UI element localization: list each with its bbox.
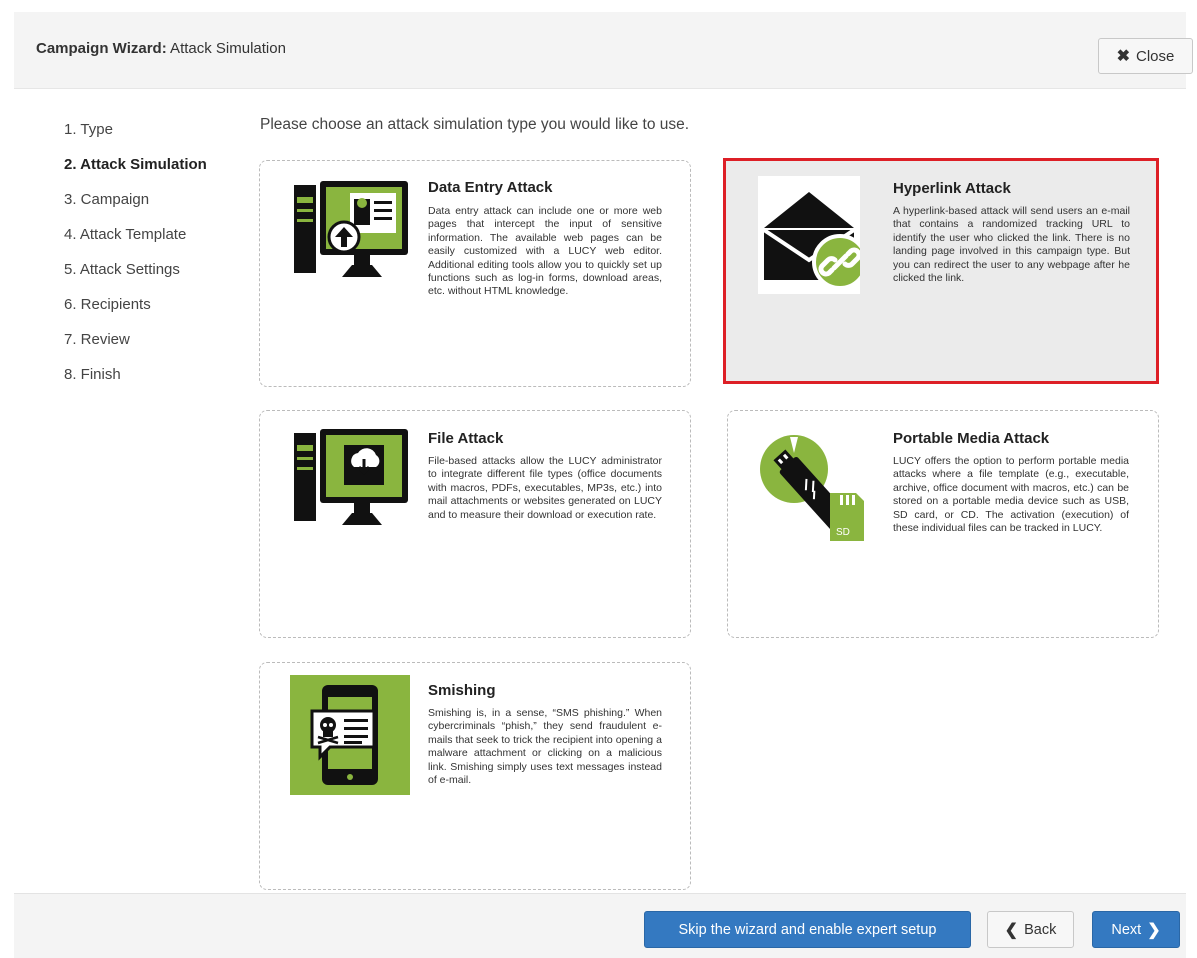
intro-text: Please choose an attack simulation type … <box>260 116 690 133</box>
phone-skull-message-icon <box>290 675 410 800</box>
next-label: Next <box>1111 921 1142 938</box>
wizard-title: Campaign Wizard: Attack Simulation <box>36 40 286 57</box>
card-description: File-based attacks allow the LUCY admini… <box>428 455 662 521</box>
envelope-link-icon <box>758 176 868 299</box>
back-button[interactable]: ❮ Back <box>987 911 1074 948</box>
wizard-footer: Skip the wizard and enable expert setup … <box>14 893 1186 958</box>
card-title: Data Entry Attack <box>428 179 553 196</box>
card-description: Smishing is, in a sense, “SMS phishing.”… <box>428 707 662 787</box>
next-button[interactable]: Next ❯ <box>1092 911 1180 948</box>
chevron-right-icon: ❯ <box>1147 921 1161 939</box>
wizard-header: Campaign Wizard: Attack Simulation ✖ Clo… <box>14 12 1193 89</box>
skip-wizard-label: Skip the wizard and enable expert setup <box>678 921 937 938</box>
card-description: Data entry attack can include one or mor… <box>428 205 662 298</box>
card-description: LUCY offers the option to perform portab… <box>893 455 1129 535</box>
close-icon: ✖ <box>1116 48 1131 65</box>
step-type[interactable]: 1. Type <box>64 112 207 147</box>
skip-wizard-button[interactable]: Skip the wizard and enable expert setup <box>644 911 971 948</box>
usb-sd-cd-icon: SD <box>760 431 872 546</box>
card-title: Portable Media Attack <box>893 430 1050 447</box>
chevron-left-icon: ❮ <box>1004 921 1019 939</box>
close-button[interactable]: ✖ Close <box>1098 38 1193 74</box>
step-review[interactable]: 7. Review <box>64 322 207 357</box>
computer-download-icon <box>292 427 410 534</box>
card-data-entry-attack[interactable]: Data Entry Attack Data entry attack can … <box>259 160 691 387</box>
card-smishing[interactable]: Smishing Smishing is, in a sense, “SMS p… <box>259 662 691 890</box>
step-attack-template[interactable]: 4. Attack Template <box>64 217 207 252</box>
back-label: Back <box>1024 921 1057 938</box>
svg-text:SD: SD <box>836 527 850 538</box>
card-title: Hyperlink Attack <box>893 180 1011 197</box>
step-campaign[interactable]: 3. Campaign <box>64 182 207 217</box>
card-file-attack[interactable]: File Attack File-based attacks allow the… <box>259 410 691 638</box>
card-hyperlink-attack[interactable]: Hyperlink Attack A hyperlink-based attac… <box>723 158 1159 384</box>
close-label: Close <box>1136 47 1175 65</box>
card-description: A hyperlink-based attack will send users… <box>893 205 1130 285</box>
computer-upload-icon <box>292 179 410 286</box>
step-finish[interactable]: 8. Finish <box>64 357 207 392</box>
card-portable-media-attack[interactable]: SD Portable Media Attack LUCY offers the… <box>727 410 1159 638</box>
step-attack-simulation[interactable]: 2. Attack Simulation <box>64 147 207 182</box>
step-recipients[interactable]: 6. Recipients <box>64 287 207 322</box>
card-title: Smishing <box>428 682 496 699</box>
card-title: File Attack <box>428 430 504 447</box>
step-attack-settings[interactable]: 5. Attack Settings <box>64 252 207 287</box>
wizard-steps: 1. Type 2. Attack Simulation 3. Campaign… <box>64 112 207 392</box>
